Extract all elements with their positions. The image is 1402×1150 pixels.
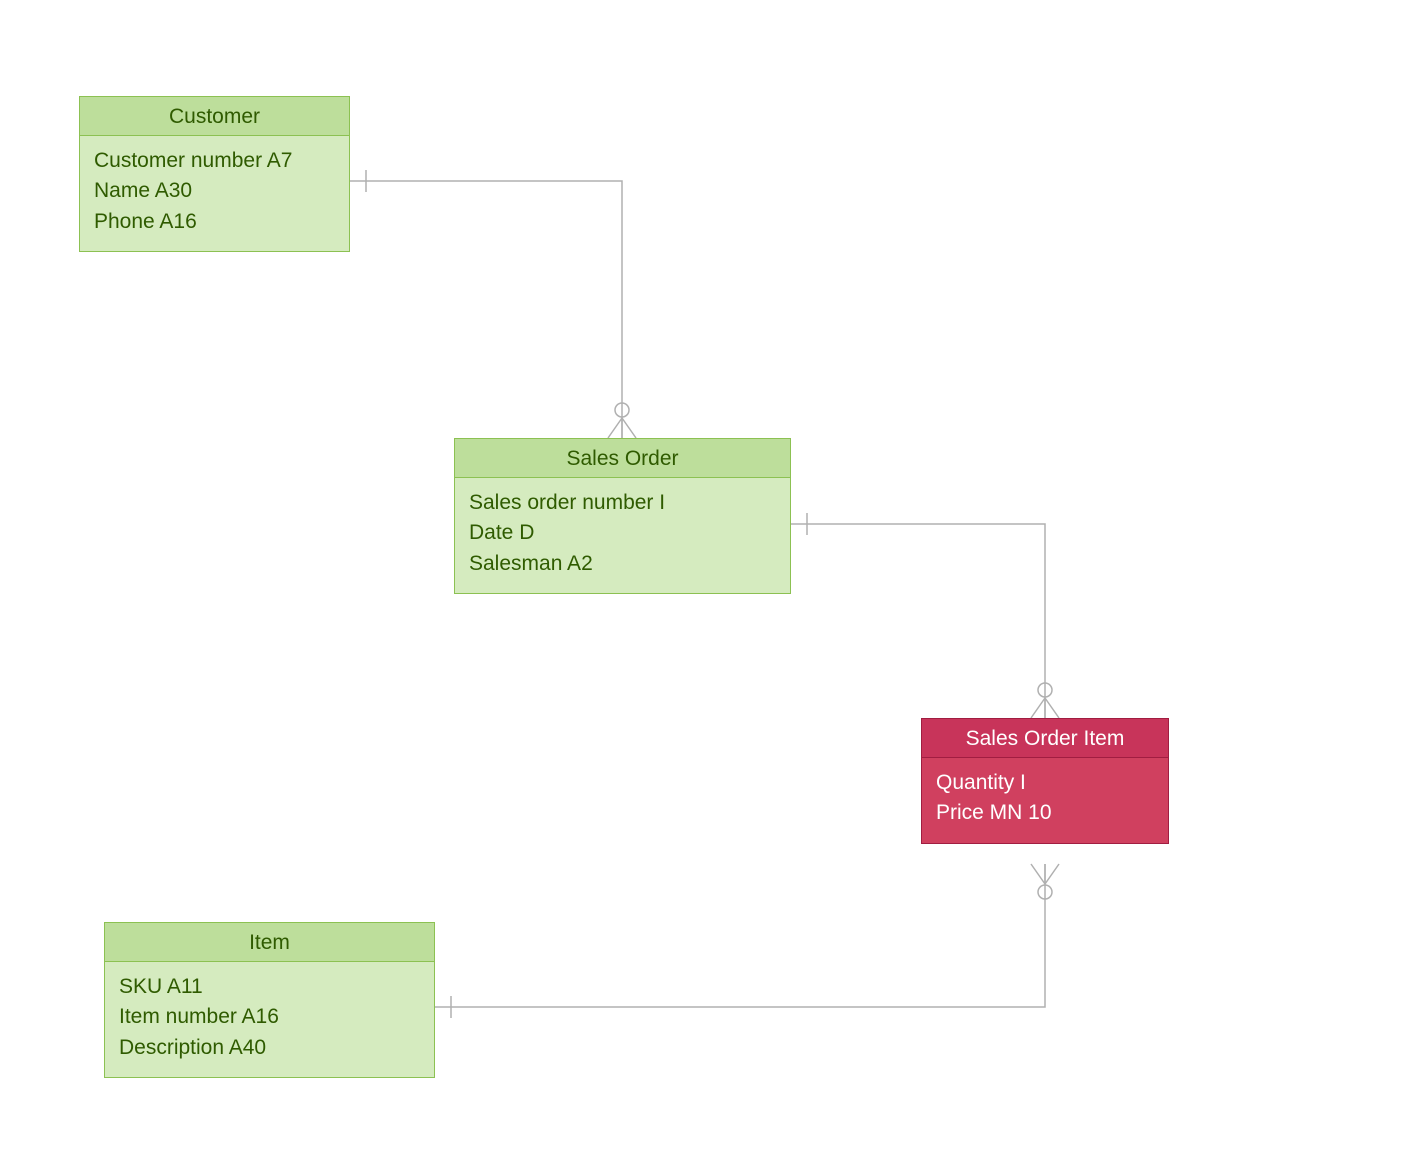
entity-sales-order-item-attr: Quantity I xyxy=(936,768,1154,798)
entity-customer: Customer Customer number A7 Name A30 Pho… xyxy=(79,96,350,252)
entity-item-attr: Description A40 xyxy=(119,1033,420,1063)
entity-sales-order: Sales Order Sales order number I Date D … xyxy=(454,438,791,594)
entity-customer-title: Customer xyxy=(79,96,350,136)
entity-sales-order-item-attr: Price MN 10 xyxy=(936,798,1154,828)
entity-customer-attr: Name A30 xyxy=(94,176,335,206)
entity-sales-order-attr: Date D xyxy=(469,518,776,548)
entity-sales-order-item-body: Quantity I Price MN 10 xyxy=(921,758,1169,844)
entity-sales-order-attr: Sales order number I xyxy=(469,488,776,518)
entity-item: Item SKU A11 Item number A16 Description… xyxy=(104,922,435,1078)
entity-sales-order-item-title: Sales Order Item xyxy=(921,718,1169,758)
entity-customer-body: Customer number A7 Name A30 Phone A16 xyxy=(79,136,350,252)
entity-item-body: SKU A11 Item number A16 Description A40 xyxy=(104,962,435,1078)
entity-sales-order-item: Sales Order Item Quantity I Price MN 10 xyxy=(921,718,1169,844)
entity-sales-order-body: Sales order number I Date D Salesman A2 xyxy=(454,478,791,594)
entity-item-title: Item xyxy=(104,922,435,962)
entity-item-attr: Item number A16 xyxy=(119,1002,420,1032)
entity-item-attr: SKU A11 xyxy=(119,972,420,1002)
entity-customer-attr: Customer number A7 xyxy=(94,146,335,176)
entity-sales-order-attr: Salesman A2 xyxy=(469,549,776,579)
entity-customer-attr: Phone A16 xyxy=(94,207,335,237)
entity-sales-order-title: Sales Order xyxy=(454,438,791,478)
